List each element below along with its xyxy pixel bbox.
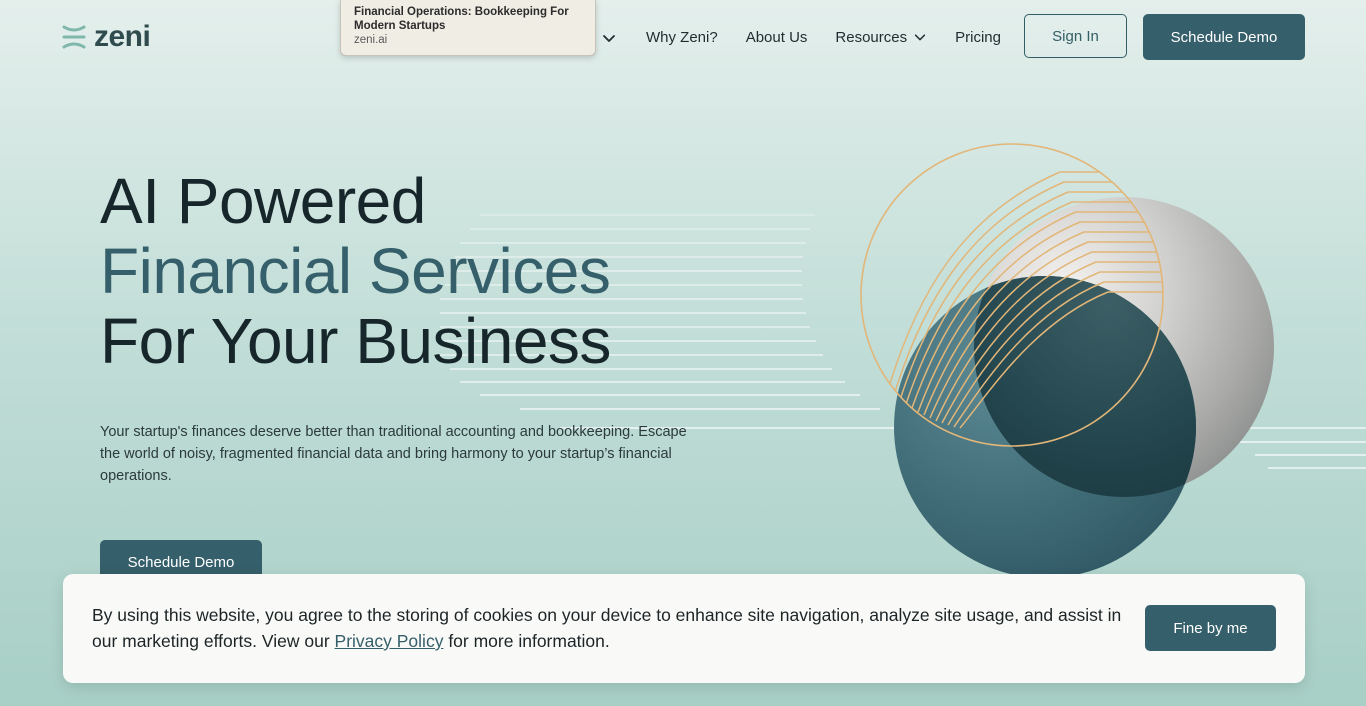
site-header: zeni Why Zeni? About Us Resources Pricin… [0,0,1366,74]
nav-item-label: Pricing [955,28,1001,46]
gold-ring [860,143,1164,447]
logo-text: zeni [94,20,151,53]
sign-in-button[interactable]: Sign In [1024,14,1127,58]
nav-item-pricing[interactable]: Pricing [941,29,1015,46]
zeni-logo-icon [62,25,86,49]
hero-title-line-1: AI Powered [100,165,426,237]
nav-item-why-zeni[interactable]: Why Zeni? [632,29,732,46]
grey-sphere [974,197,1274,497]
hero-title: AI Powered Financial Services For Your B… [100,166,611,376]
link-preview-tooltip: Financial Operations: Bookkeeping For Mo… [340,0,596,56]
privacy-policy-link[interactable]: Privacy Policy [335,631,444,651]
tooltip-url: zeni.ai [354,34,388,46]
tooltip-title: Financial Operations: Bookkeeping For Mo… [354,6,569,32]
schedule-demo-button[interactable]: Schedule Demo [1143,14,1305,60]
nav-item-about-us[interactable]: About Us [732,29,822,46]
chevron-down-icon[interactable] [601,30,617,46]
accept-cookies-button[interactable]: Fine by me [1145,605,1276,651]
cookie-text: By using this website, you agree to the … [92,602,1122,654]
hero-subtitle: Your startup's finances deserve better t… [100,424,687,484]
chevron-down-icon [914,34,926,41]
cookie-banner: By using this website, you agree to the … [63,574,1305,683]
gold-arc-stack [887,171,1163,429]
nav-item-label: Resources [835,28,908,46]
main-nav: Why Zeni? About Us Resources Pricing [632,14,1015,60]
logo[interactable]: zeni [62,20,151,53]
teal-sphere [894,276,1196,578]
hero-title-line-2: Financial Services [100,235,611,307]
cookie-text-after: for more information. [443,631,610,651]
nav-item-label: Why Zeni? [646,28,718,46]
nav-item-label: About Us [745,28,808,46]
nav-item-resources[interactable]: Resources [821,29,941,46]
hero-title-line-3: For Your Business [100,305,611,377]
